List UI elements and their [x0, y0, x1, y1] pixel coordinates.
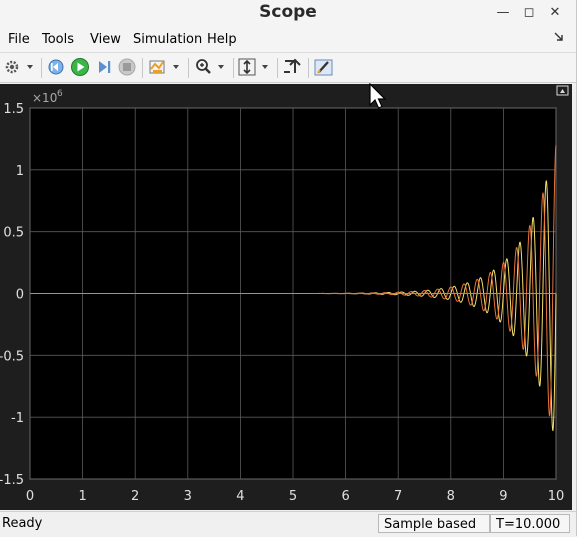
toolbar	[0, 53, 576, 83]
step-forward-icon[interactable]	[94, 57, 114, 77]
toolbar-separator	[188, 58, 189, 78]
y-exponent-label: ×10	[32, 91, 57, 105]
x-tick-label: 2	[131, 489, 139, 504]
menu-tools[interactable]: Tools	[42, 32, 74, 47]
toolbar-separator	[142, 58, 143, 78]
menu-bar: File Tools View Simulation Help	[0, 27, 576, 53]
settings-icon[interactable]	[3, 57, 37, 77]
status-ready: Ready	[2, 516, 43, 531]
x-tick-label: 3	[184, 489, 192, 504]
x-tick-label: 8	[447, 489, 455, 504]
toolbar-separator	[277, 58, 278, 78]
close-button[interactable]: ✕	[544, 3, 566, 23]
x-tick-label: 4	[236, 489, 244, 504]
undock-arrow-icon[interactable]	[554, 32, 564, 45]
scope-display[interactable]: 0 1 2 3 4 5 6 7 8 9 10 1.5 1 0.5 0 -0.5 -1 -1.5 ×10 6	[0, 84, 572, 510]
y-tick-label: -0.5	[0, 349, 24, 364]
restore-icon[interactable]	[281, 57, 303, 77]
x-tick-label: 9	[499, 489, 507, 504]
menu-file[interactable]: File	[8, 32, 30, 47]
status-time: T=10.000	[490, 514, 570, 533]
x-tick-label: 0	[26, 489, 34, 504]
y-tick-label: 1.5	[3, 102, 24, 117]
step-back-icon[interactable]	[46, 57, 66, 77]
x-tick-label: 5	[289, 489, 297, 504]
y-tick-label: -1.5	[0, 473, 24, 488]
zoom-icon[interactable]	[193, 57, 229, 77]
maximize-button[interactable]: ◻	[518, 3, 540, 23]
y-exponent-power: 6	[57, 89, 63, 99]
status-mode: Sample based	[378, 514, 490, 533]
menu-help[interactable]: Help	[207, 32, 237, 47]
scope-plot[interactable]: 0 1 2 3 4 5 6 7 8 9 101.510.50-0.5-1-1.5×10 6	[0, 84, 572, 510]
toolbar-separator	[233, 58, 234, 78]
menu-simulation[interactable]: Simulation	[133, 32, 202, 47]
y-tick-label: 1	[16, 164, 24, 179]
measurements-icon[interactable]	[313, 57, 335, 77]
x-tick-label: 10	[548, 489, 565, 504]
toolbar-separator	[41, 58, 42, 78]
y-tick-label: 0.5	[3, 226, 24, 241]
run-icon[interactable]	[69, 57, 91, 77]
highlight-signal-icon[interactable]	[147, 57, 183, 77]
y-tick-label: 0	[16, 288, 24, 303]
window-title: Scope	[259, 2, 317, 22]
x-tick-label: 7	[394, 489, 402, 504]
mouse-cursor-icon	[369, 82, 389, 115]
expand-arrow-icon	[560, 89, 565, 93]
scope-window: Scope — ◻ ✕ File Tools View Simulation H…	[0, 0, 577, 537]
scale-axes-icon[interactable]	[237, 57, 273, 77]
toolbar-separator	[308, 58, 309, 78]
x-tick-label: 1	[78, 489, 86, 504]
stop-icon[interactable]	[117, 57, 137, 77]
menu-view[interactable]: View	[90, 32, 121, 47]
minimize-button[interactable]: —	[492, 3, 514, 23]
status-bar: Ready Sample based T=10.000	[0, 511, 576, 537]
x-tick-label: 6	[341, 489, 349, 504]
y-tick-label: -1	[11, 411, 24, 426]
title-bar[interactable]: Scope — ◻ ✕	[0, 0, 576, 27]
